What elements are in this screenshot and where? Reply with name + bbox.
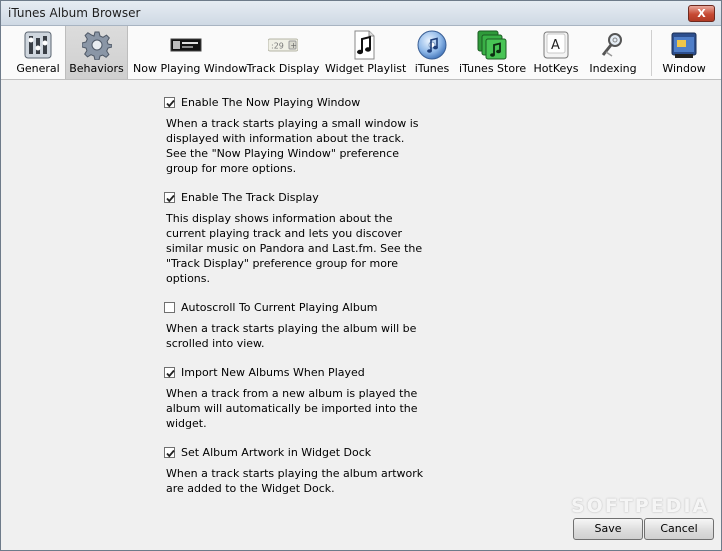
tab-itunes-store[interactable]: iTunes Store <box>459 26 527 79</box>
preferences-toolbar: General Behaviors Now Playing Window:29… <box>1 26 721 80</box>
option-description: When a track starts playing the album ar… <box>166 467 424 495</box>
option-description: When a track starts playing the album wi… <box>166 322 417 350</box>
checkbox-label[interactable]: Import New Albums When Played <box>181 366 365 379</box>
option-description: When a track from a new album is played … <box>166 387 418 430</box>
tab-itunes-label: iTunes <box>414 62 450 75</box>
tab-window-label: Window <box>662 62 706 75</box>
tab-itunes[interactable]: iTunes <box>409 26 455 79</box>
behaviors-panel: Enable The Now Playing Window When a tra… <box>1 80 721 550</box>
tab-window[interactable]: Window <box>659 26 709 79</box>
checkbox-label[interactable]: Set Album Artwork in Widget Dock <box>181 446 371 459</box>
title-bar[interactable]: iTunes Album Browser X <box>1 1 721 26</box>
music-note-icon <box>354 30 375 60</box>
tab-now-playing-window-label: Now Playing Window <box>133 62 248 75</box>
toolbar-separator <box>651 30 652 76</box>
tab-indexing-label: Indexing <box>589 62 637 75</box>
tab-itunes-store-label: iTunes Store <box>459 62 527 75</box>
checkbox-import-new-albums[interactable] <box>164 367 175 378</box>
svg-text:+: + <box>290 41 297 50</box>
checkbox-autoscroll[interactable] <box>164 302 175 313</box>
close-button[interactable]: X <box>688 5 715 22</box>
track-display-icon: :29 + <box>268 38 298 52</box>
checkbox-now-playing-window[interactable] <box>164 97 175 108</box>
svg-text::29: :29 <box>271 42 284 51</box>
checkmark-icon <box>166 99 175 108</box>
gear-icon <box>81 31 112 60</box>
option-autoscroll: Autoscroll To Current Playing Album When… <box>164 301 424 351</box>
key-icon: A <box>543 31 569 59</box>
cancel-button[interactable]: Cancel <box>644 518 714 540</box>
option-import-new-albums: Import New Albums When Played When a tra… <box>164 366 424 431</box>
itunes-cd-icon <box>417 30 447 60</box>
checkbox-track-display[interactable] <box>164 192 175 203</box>
preferences-window: iTunes Album Browser X General Behaviors… <box>0 0 722 551</box>
tab-behaviors[interactable]: Behaviors <box>65 26 128 79</box>
watermark: SOFTPEDIA <box>571 495 710 517</box>
tab-general-label: General <box>16 62 60 75</box>
now-playing-icon <box>170 38 202 52</box>
itunes-store-icon <box>477 30 507 60</box>
tab-hotkeys-label: HotKeys <box>533 62 579 75</box>
window-icon <box>671 32 697 58</box>
window-title: iTunes Album Browser <box>8 6 141 20</box>
option-description: When a track starts playing a small wind… <box>166 117 419 175</box>
checkmark-icon <box>166 369 175 378</box>
tab-general[interactable]: General <box>9 26 67 79</box>
checkbox-label[interactable]: Enable The Now Playing Window <box>181 96 360 109</box>
general-icon <box>24 31 52 59</box>
tab-hotkeys[interactable]: A HotKeys <box>531 26 581 79</box>
checkmark-icon <box>166 194 175 203</box>
checkmark-icon <box>166 449 175 458</box>
option-description: This display shows information about the… <box>166 212 423 285</box>
svg-text:A: A <box>551 38 560 53</box>
magnifier-icon <box>601 33 622 57</box>
checkbox-label[interactable]: Enable The Track Display <box>181 191 319 204</box>
tab-behaviors-label: Behaviors <box>69 62 124 75</box>
tab-indexing[interactable]: Indexing <box>587 26 639 79</box>
option-track-display: Enable The Track Display This display sh… <box>164 191 424 286</box>
option-now-playing-window: Enable The Now Playing Window When a tra… <box>164 96 424 176</box>
tab-now-playing-window[interactable]: Now Playing Window <box>133 26 248 79</box>
tab-track-display[interactable]: :29 + Track Display <box>245 26 321 79</box>
tab-widget-playlist-label: Widget Playlist <box>325 62 407 75</box>
tab-track-display-label: Track Display <box>246 62 320 75</box>
checkbox-label[interactable]: Autoscroll To Current Playing Album <box>181 301 378 314</box>
tab-widget-playlist[interactable]: Widget Playlist <box>325 26 407 79</box>
checkbox-album-artwork-dock[interactable] <box>164 447 175 458</box>
save-button[interactable]: Save <box>573 518 643 540</box>
option-album-artwork-dock: Set Album Artwork in Widget Dock When a … <box>164 446 424 496</box>
